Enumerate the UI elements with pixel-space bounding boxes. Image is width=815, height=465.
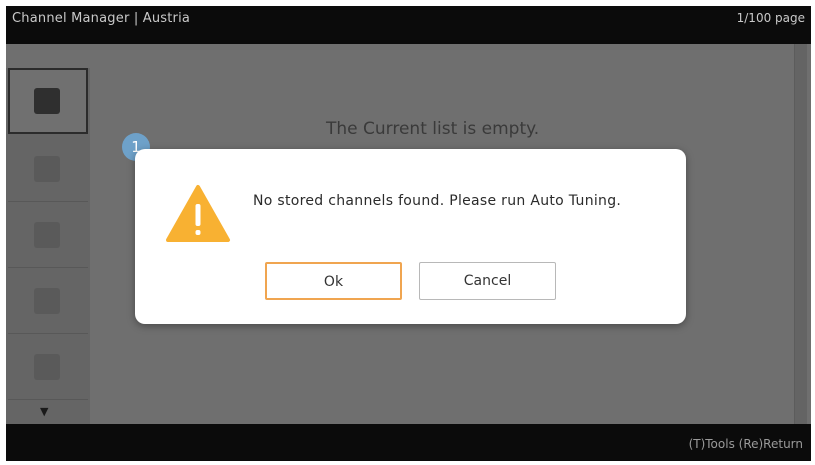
alert-dialog: No stored channels found. Please run Aut…: [135, 149, 686, 324]
sidebar-slot-active[interactable]: [8, 68, 88, 134]
scroll-down-icon[interactable]: ▼: [40, 405, 48, 418]
page-indicator: 1/100 page: [736, 11, 805, 25]
cancel-button[interactable]: Cancel: [419, 262, 556, 300]
slot-thumbnail: [34, 156, 60, 182]
sidebar-slot[interactable]: [8, 334, 88, 400]
empty-list-message: The Current list is empty.: [326, 119, 540, 139]
ok-button[interactable]: Ok: [265, 262, 402, 300]
sidebar-slot[interactable]: [8, 136, 88, 202]
slot-thumbnail: [34, 222, 60, 248]
scrollbar-track[interactable]: [794, 44, 807, 429]
sidebar-slot[interactable]: [8, 202, 88, 268]
warning-triangle-icon: [166, 185, 230, 242]
header-bar: Channel Manager | Austria 1/100 page: [6, 6, 811, 44]
slot-thumbnail: [34, 354, 60, 380]
channel-sidebar: ▼: [6, 68, 90, 430]
slot-thumbnail: [34, 288, 60, 314]
sidebar-slot[interactable]: [8, 268, 88, 334]
screen-title: Channel Manager | Austria: [12, 11, 191, 26]
slot-thumbnail: [34, 88, 60, 114]
tv-screen: Channel Manager | Austria 1/100 page ▼ T…: [6, 6, 811, 461]
dialog-message: No stored channels found. Please run Aut…: [253, 193, 622, 209]
key-hints: (T)Tools (Re)Return: [688, 437, 803, 451]
footer-bar: (T)Tools (Re)Return: [6, 424, 811, 461]
